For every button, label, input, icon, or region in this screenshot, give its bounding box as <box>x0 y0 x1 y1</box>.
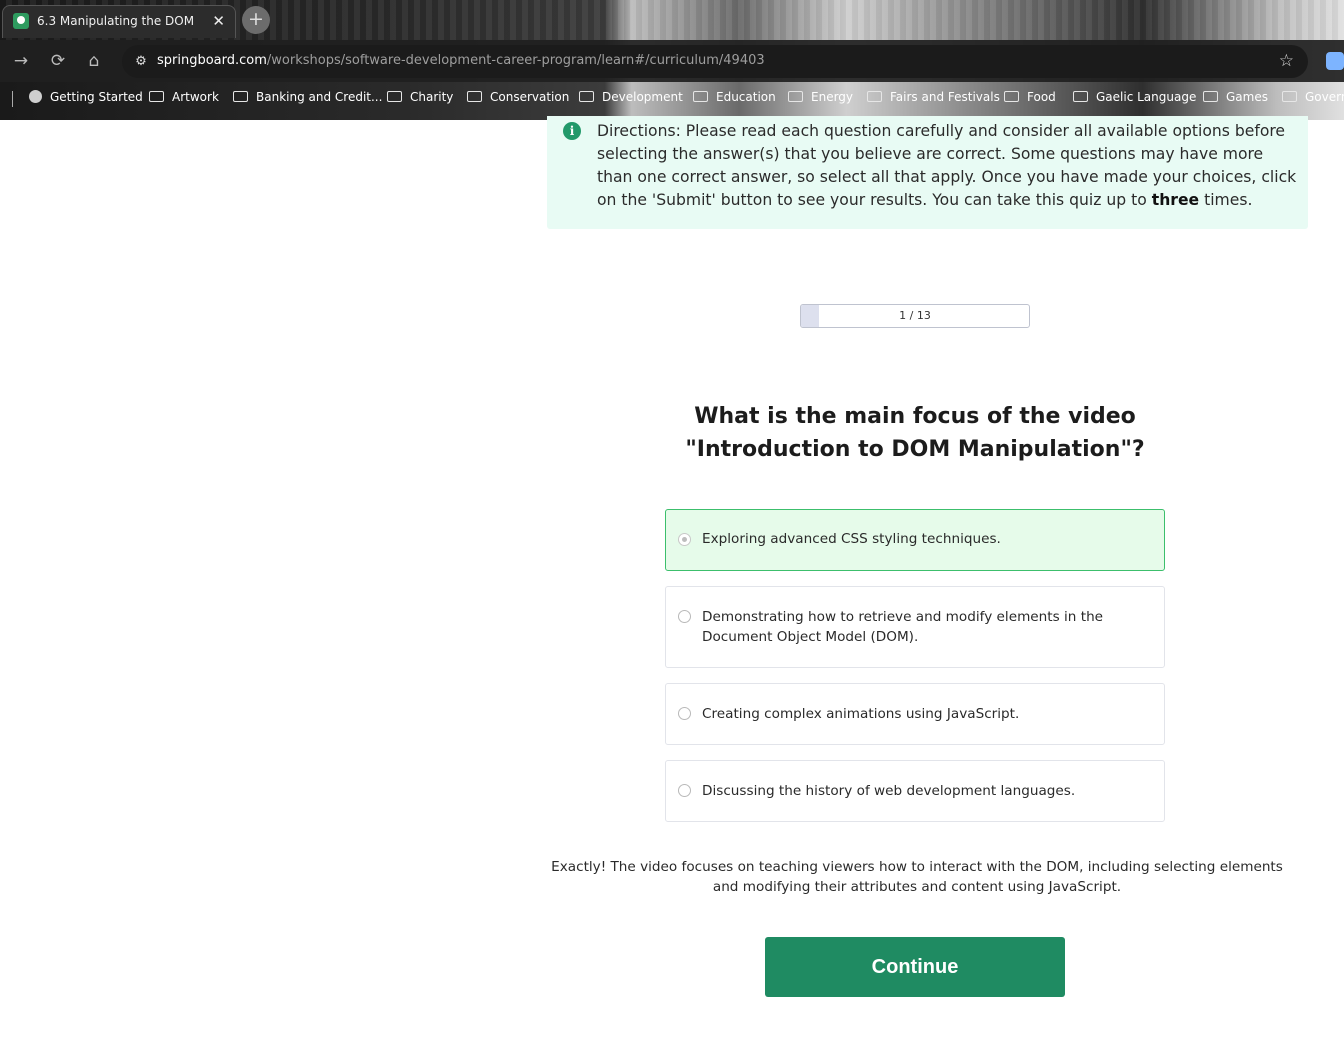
bookmarks-separator <box>12 91 13 107</box>
bookmark-folder-games[interactable]: Games <box>1203 90 1268 110</box>
directions-panel: i Directions: Please read each question … <box>547 116 1308 229</box>
springboard-favicon-icon <box>13 13 29 29</box>
quiz-progress-bar: 1 / 13 <box>800 304 1030 328</box>
bookmark-label: Fairs and Festivals <box>890 90 1000 104</box>
radio-button[interactable] <box>678 784 691 797</box>
bookmark-getting-started[interactable]: Getting Started <box>29 90 143 110</box>
browser-toolbar: → ⟳ ⌂ ⚙ springboard.com/workshops/softwa… <box>0 40 1344 82</box>
folder-icon <box>693 91 708 102</box>
bookmark-folder-fairs[interactable]: Fairs and Festivals <box>867 90 1000 110</box>
answer-option[interactable]: Creating complex animations using JavaSc… <box>665 683 1165 745</box>
answer-feedback: Exactly! The video focuses on teaching v… <box>551 859 1283 895</box>
address-bar[interactable]: ⚙ springboard.com/workshops/software-dev… <box>122 45 1308 78</box>
answer-option[interactable]: Discussing the history of web developmen… <box>665 760 1165 822</box>
profile-avatar[interactable] <box>1326 52 1344 70</box>
bookmark-folder-conservation[interactable]: Conservation <box>467 90 569 110</box>
url-text[interactable]: springboard.com/workshops/software-devel… <box>157 53 765 68</box>
radio-button[interactable] <box>678 707 691 720</box>
answer-option-text: Discussing the history of web developmen… <box>702 783 1076 799</box>
folder-icon <box>387 91 402 102</box>
bookmark-folder-education[interactable]: Education <box>693 90 776 110</box>
bookmark-folder-banking[interactable]: Banking and Credit... <box>233 90 382 110</box>
directions-attempts: three <box>1151 191 1200 209</box>
new-tab-button[interactable]: + <box>242 6 270 34</box>
tab-title: 6.3 Manipulating the DOM <box>37 14 195 28</box>
quiz-page: i Directions: Please read each question … <box>0 116 1344 1060</box>
folder-icon <box>1282 91 1297 102</box>
bookmark-label: Games <box>1226 90 1268 104</box>
globe-icon <box>29 90 42 103</box>
tab-close-icon[interactable]: ✕ <box>212 11 225 31</box>
bookmarks-bar: Getting Started Artwork Banking and Cred… <box>0 84 1344 114</box>
url-path: /workshops/software-development-career-p… <box>266 53 765 68</box>
answer-option-text: Creating complex animations using JavaSc… <box>702 706 1020 722</box>
bookmark-label: Energy <box>811 90 854 104</box>
bookmark-folder-food[interactable]: Food <box>1004 90 1056 110</box>
bookmark-folder-gaelic[interactable]: Gaelic Language <box>1073 90 1196 110</box>
answer-option[interactable]: Demonstrating how to retrieve and modify… <box>665 586 1165 668</box>
bookmark-label: Development <box>602 90 683 104</box>
bookmark-label: Banking and Credit... <box>256 90 383 104</box>
bookmark-label: Getting Started <box>50 90 143 104</box>
directions-text: Directions: Please read each question ca… <box>597 120 1297 212</box>
folder-icon <box>233 91 248 102</box>
bookmark-label: Gaelic Language <box>1096 90 1197 104</box>
bookmark-folder-govern[interactable]: Govern <box>1282 90 1344 110</box>
forward-arrow-icon[interactable]: → <box>10 50 32 72</box>
home-icon[interactable]: ⌂ <box>83 50 105 72</box>
site-info-icon[interactable]: ⚙ <box>130 51 152 73</box>
continue-button[interactable]: Continue <box>765 937 1065 997</box>
folder-icon <box>788 91 803 102</box>
bookmark-star-icon[interactable]: ☆ <box>1279 51 1294 71</box>
tab-strip: 6.3 Manipulating the DOM ✕ + <box>0 0 1344 40</box>
bookmark-folder-artwork[interactable]: Artwork <box>149 90 219 110</box>
folder-icon <box>1004 91 1019 102</box>
folder-icon <box>867 91 882 102</box>
bookmark-label: Education <box>716 90 776 104</box>
folder-icon <box>149 91 164 102</box>
bookmark-label: Food <box>1027 90 1056 104</box>
bookmark-label: Govern <box>1305 90 1344 104</box>
browser-chrome: 6.3 Manipulating the DOM ✕ + → ⟳ ⌂ ⚙ spr… <box>0 0 1344 120</box>
folder-icon <box>1203 91 1218 102</box>
reload-icon[interactable]: ⟳ <box>47 50 69 72</box>
bookmark-label: Artwork <box>172 90 219 104</box>
folder-icon <box>467 91 482 102</box>
answer-option[interactable]: Exploring advanced CSS styling technique… <box>665 509 1165 571</box>
folder-icon <box>579 91 594 102</box>
radio-button[interactable] <box>678 533 691 546</box>
url-host: springboard.com <box>157 53 267 68</box>
question-text: What is the main focus of the video "Int… <box>685 404 1145 462</box>
bookmark-folder-development[interactable]: Development <box>579 90 683 110</box>
directions-text-end: times. <box>1199 191 1253 209</box>
tab-active[interactable]: 6.3 Manipulating the DOM ✕ <box>2 5 236 38</box>
folder-icon <box>1073 91 1088 102</box>
bookmark-folder-energy[interactable]: Energy <box>788 90 853 110</box>
info-icon: i <box>563 122 581 140</box>
answer-option-text: Demonstrating how to retrieve and modify… <box>702 609 1104 645</box>
answer-option-text: Exploring advanced CSS styling technique… <box>702 531 1001 547</box>
bookmark-folder-charity[interactable]: Charity <box>387 90 453 110</box>
bookmark-label: Charity <box>410 90 454 104</box>
progress-label: 1 / 13 <box>899 309 931 322</box>
radio-button[interactable] <box>678 610 691 623</box>
bookmark-label: Conservation <box>490 90 570 104</box>
